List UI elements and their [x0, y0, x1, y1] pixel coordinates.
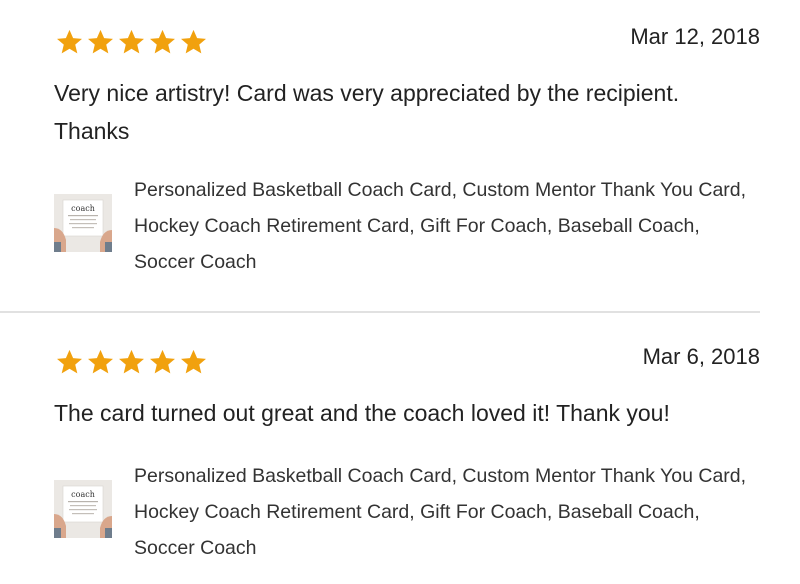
- star-icon: [116, 22, 146, 62]
- star-icon: [147, 342, 177, 382]
- star-icon: [85, 342, 115, 382]
- star-icon: [116, 342, 146, 382]
- star-rating: [54, 22, 208, 62]
- listing-title[interactable]: Personalized Basketball Coach Card, Cust…: [134, 458, 754, 566]
- listing-thumbnail[interactable]: coach: [54, 194, 112, 252]
- review-text: The card turned out great and the coach …: [54, 400, 670, 426]
- listing-title[interactable]: Personalized Basketball Coach Card, Cust…: [134, 172, 754, 280]
- review-divider: [0, 311, 760, 313]
- star-icon: [178, 22, 208, 62]
- thumbnail-card-text: coach: [71, 490, 95, 499]
- star-icon: [54, 22, 84, 62]
- listing-thumbnail[interactable]: coach: [54, 480, 112, 538]
- review-date: Mar 12, 2018: [630, 24, 760, 49]
- thumbnail-card-text: coach: [71, 204, 95, 213]
- star-rating: [54, 342, 208, 382]
- star-icon: [178, 342, 208, 382]
- listing-link[interactable]: coach Personalized Basketball Coach Card…: [54, 172, 754, 282]
- star-icon: [54, 342, 84, 382]
- review-text: Very nice artistry! Card was very apprec…: [54, 80, 680, 144]
- star-icon: [147, 22, 177, 62]
- star-icon: [85, 22, 115, 62]
- review-date: Mar 6, 2018: [642, 344, 760, 369]
- listing-link[interactable]: coach Personalized Basketball Coach Card…: [54, 458, 754, 568]
